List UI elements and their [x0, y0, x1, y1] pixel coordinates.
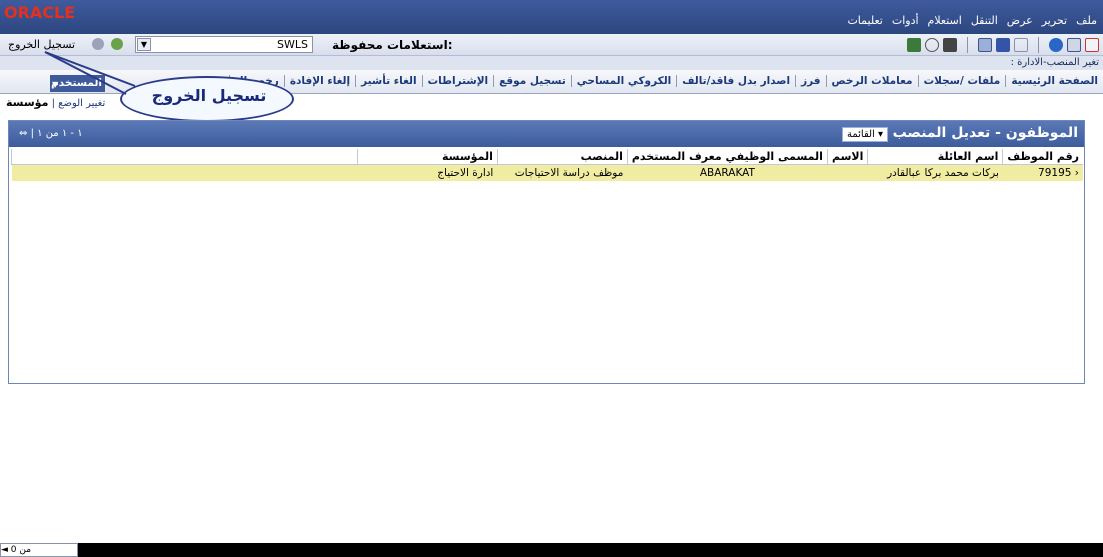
document-icon[interactable] — [978, 38, 992, 52]
export-icon[interactable] — [1014, 38, 1028, 52]
employees-panel: الموظفون - تعديل المنصب القائمة ▾ ⇔ | ١ … — [8, 120, 1085, 384]
tab-requirements[interactable]: الإشتراطات — [421, 75, 494, 87]
tab-site-registration[interactable]: تسجيل موقع — [493, 75, 571, 87]
tab-sort[interactable]: فرز — [795, 75, 825, 87]
page-text: 0 من — [10, 545, 32, 555]
page-nav[interactable]: ◄ 0 من — [0, 543, 78, 557]
nav-prev-icon[interactable]: ◄ — [1, 545, 8, 555]
saved-queries-label: استعلامات محفوظة: — [332, 38, 453, 52]
tab-home[interactable]: الصفحة الرئيسية — [1005, 75, 1103, 87]
tab-survey-sketch[interactable]: الكروكي المساحي — [570, 75, 677, 87]
toolbar-separator — [1038, 37, 1039, 53]
toolbar-icons — [907, 37, 1099, 53]
tab-files[interactable]: ملفات /سجلات — [917, 75, 1006, 87]
cell-user-id: ABARAKAT — [627, 164, 828, 181]
breadcrumb-row: تغير المنصب-الادارة : — [0, 56, 1103, 70]
menu-tools[interactable]: أدوات — [892, 14, 919, 27]
saved-query-value: SWLS — [277, 38, 308, 51]
breadcrumb: تغير المنصب-الادارة : — [1010, 57, 1099, 68]
row-pointer-icon: ‹ — [1074, 167, 1079, 179]
chart-icon[interactable] — [907, 38, 921, 52]
clock-icon[interactable] — [925, 38, 939, 52]
tab-license-transactions[interactable]: معاملات الرخص — [825, 75, 918, 87]
view-list-button[interactable]: القائمة ▾ — [842, 127, 888, 142]
tab-replacement[interactable]: اصدار بدل فاقد/تالف — [676, 75, 795, 87]
menu-items: ملف تحرير عرض التنقل استعلام أدوات تعليم… — [847, 14, 1097, 27]
employees-table: رقم الموظف اسم العائلة الاسم المسمى الوظ… — [11, 149, 1083, 181]
col-employee-number[interactable]: رقم الموظف — [1002, 149, 1083, 165]
callout-text: تسجيل الخروج — [151, 86, 267, 105]
view-label: القائمة — [846, 129, 875, 140]
paging-info: ⇔ | ١ - ١ من ١ — [19, 128, 83, 139]
col-family-name[interactable]: اسم العائلة — [867, 149, 1003, 165]
table-header-row: رقم الموظف اسم العائلة الاسم المسمى الوظ… — [11, 149, 1083, 165]
menu-view[interactable]: عرض — [1007, 14, 1033, 27]
cell-name: بركات محمد بركا عبالقادر — [827, 164, 1003, 181]
cell-employee-number: ‹ 79195 — [1002, 164, 1083, 181]
cell-filler — [11, 164, 358, 181]
menu-query[interactable]: استعلام — [928, 14, 962, 27]
panel-header: الموظفون - تعديل المنصب القائمة ▾ ⇔ | ١ … — [9, 121, 1084, 147]
globe-icon[interactable] — [1049, 38, 1063, 52]
expand-icon[interactable]: ⇔ — [19, 128, 27, 139]
save-icon[interactable] — [996, 38, 1010, 52]
col-filler — [11, 149, 358, 165]
tabs: الصفحة الرئيسية ملفات /سجلات معاملات الر… — [228, 75, 1103, 87]
status-bar — [0, 543, 1103, 557]
toolbar-separator — [967, 37, 968, 53]
menu-file[interactable]: ملف — [1076, 14, 1097, 27]
table-row[interactable]: ‹ 79195 بركات محمد بركا عبالقادر ABARAKA… — [11, 164, 1083, 181]
employee-number: 79195 — [1038, 167, 1072, 179]
new-icon[interactable] — [1085, 38, 1099, 52]
saved-queries-select[interactable]: SWLS ▼ — [135, 36, 313, 53]
menu-edit[interactable]: تحرير — [1042, 14, 1067, 27]
menu-bar: ORACLE ملف تحرير عرض التنقل استعلام أدوا… — [0, 0, 1103, 34]
paging-text: ١ - ١ من ١ — [37, 128, 83, 139]
cell-organization: ادارة الاحتياج — [357, 164, 498, 181]
printer-icon[interactable] — [943, 38, 957, 52]
toolbar: استعلامات محفوظة: SWLS ▼ تسجيل الخروج — [0, 34, 1103, 56]
menu-help[interactable]: تعليمات — [847, 14, 882, 27]
subtab-change-mode[interactable]: تغيير الوضع — [58, 98, 105, 109]
menu-navigate[interactable]: التنقل — [971, 14, 998, 27]
col-job-title-user-id[interactable]: المسمى الوظيفي معرف المستخدم — [626, 149, 828, 165]
oracle-logo: ORACLE — [4, 3, 76, 22]
oracle-app-window: ORACLE ملف تحرير عرض التنقل استعلام أدوا… — [0, 0, 1103, 557]
tab-cancel-statement[interactable]: إلغاء الإفادة — [283, 75, 355, 87]
col-organization[interactable]: المؤسسة — [356, 149, 498, 165]
cell-position: موظف دراسة الاحتياجات — [497, 164, 628, 181]
tab-cancel-endorsement[interactable]: الغاء تأشير — [355, 75, 421, 87]
panel-title: الموظفون - تعديل المنصب — [892, 125, 1078, 141]
col-position[interactable]: المنصب — [496, 149, 628, 165]
copy-icon[interactable] — [1067, 38, 1081, 52]
col-name[interactable]: الاسم — [826, 149, 868, 165]
